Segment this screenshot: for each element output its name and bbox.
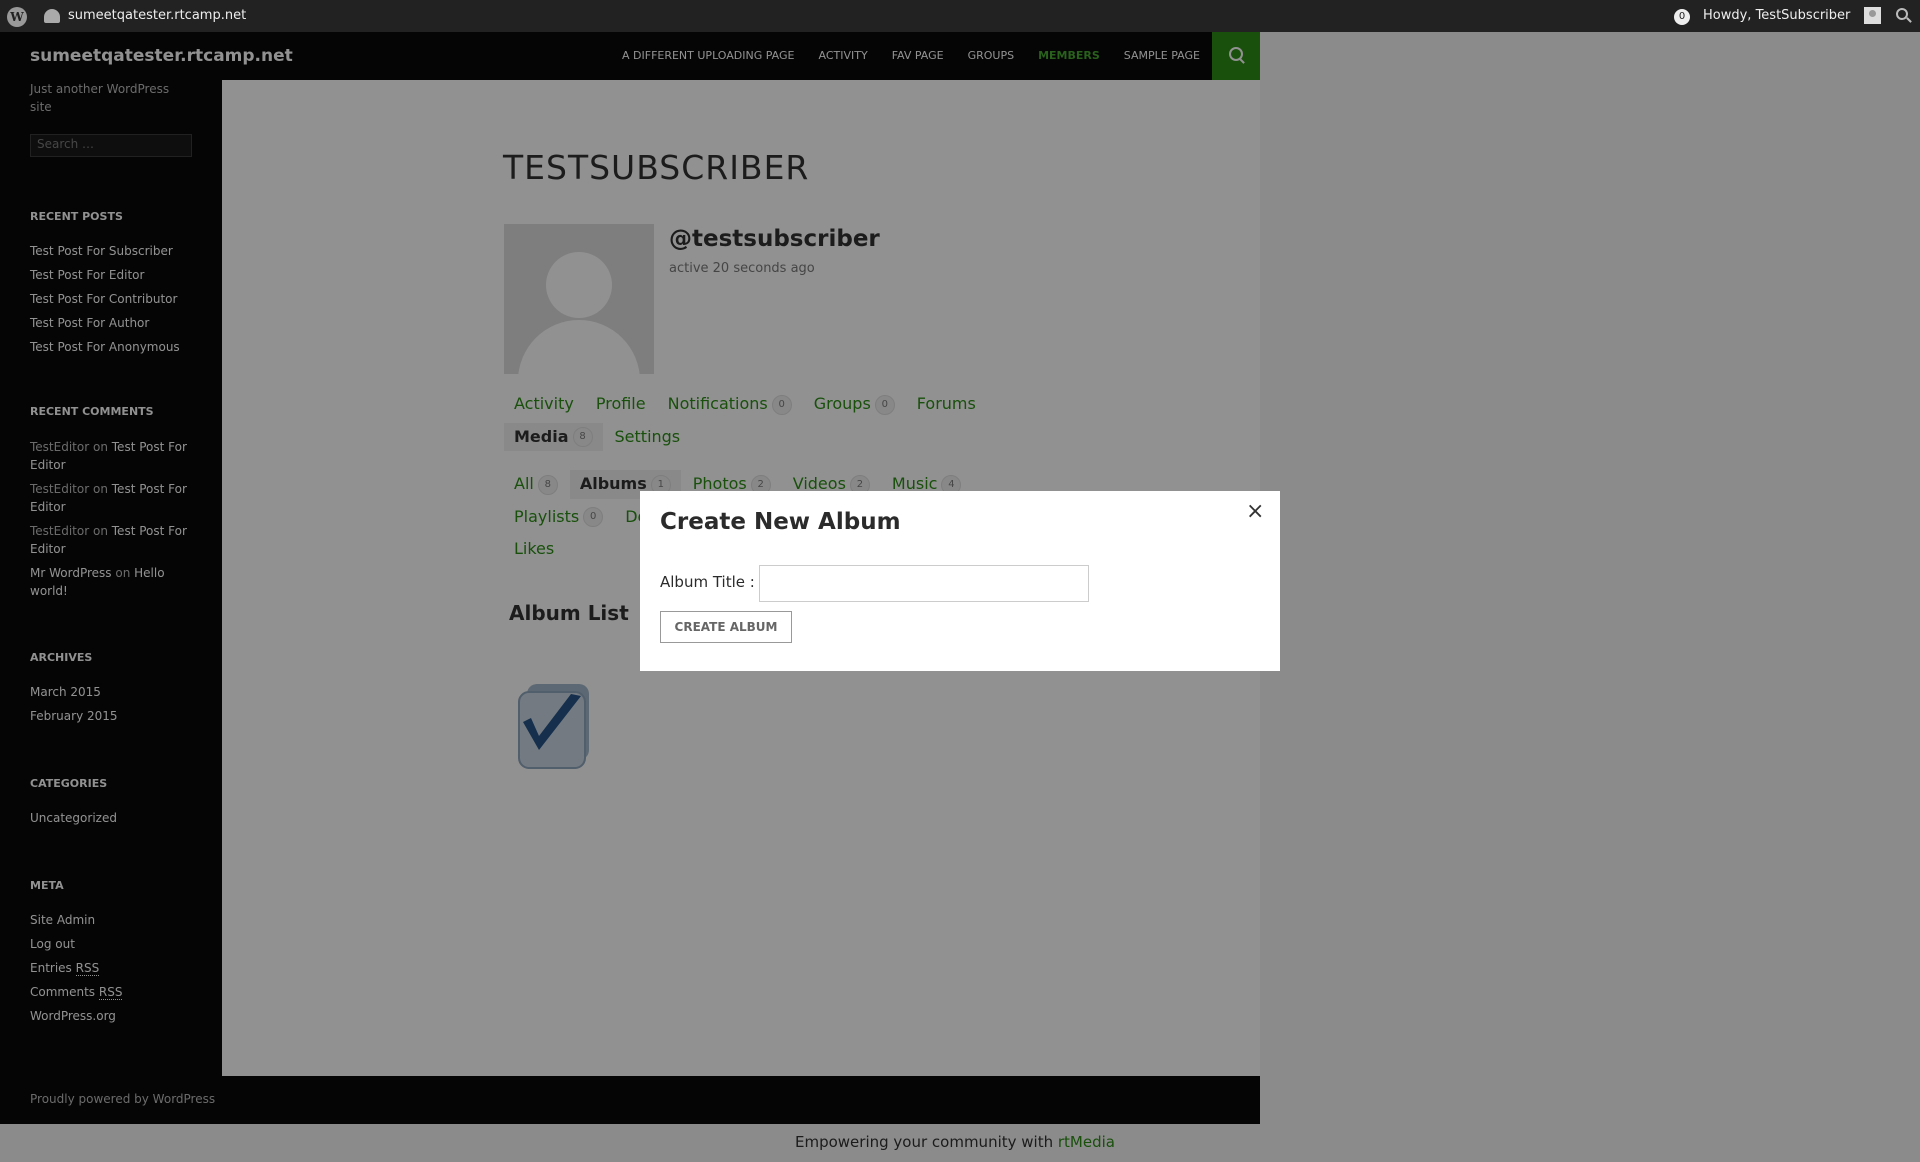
create-album-modal: Create New Album × Album Title : CREATE …: [640, 491, 1280, 671]
dashboard-icon: [44, 9, 60, 23]
user-avatar-icon[interactable]: [1864, 7, 1881, 24]
create-album-button[interactable]: CREATE ALBUM: [660, 611, 792, 643]
album-title-label: Album Title :: [660, 573, 755, 591]
adminbar-site-name[interactable]: sumeetqatester.rtcamp.net: [68, 8, 246, 23]
adminbar-search-icon[interactable]: [1896, 8, 1908, 20]
wordpress-logo-icon[interactable]: W: [7, 7, 27, 27]
admin-bar: W sumeetqatester.rtcamp.net 0 Howdy, Tes…: [0, 0, 1920, 32]
close-icon[interactable]: ×: [1246, 501, 1264, 523]
howdy-user-link[interactable]: Howdy, TestSubscriber: [1703, 8, 1850, 23]
album-title-input[interactable]: [759, 565, 1089, 602]
notification-count-badge[interactable]: 0: [1674, 9, 1690, 25]
modal-title: Create New Album: [660, 509, 901, 535]
